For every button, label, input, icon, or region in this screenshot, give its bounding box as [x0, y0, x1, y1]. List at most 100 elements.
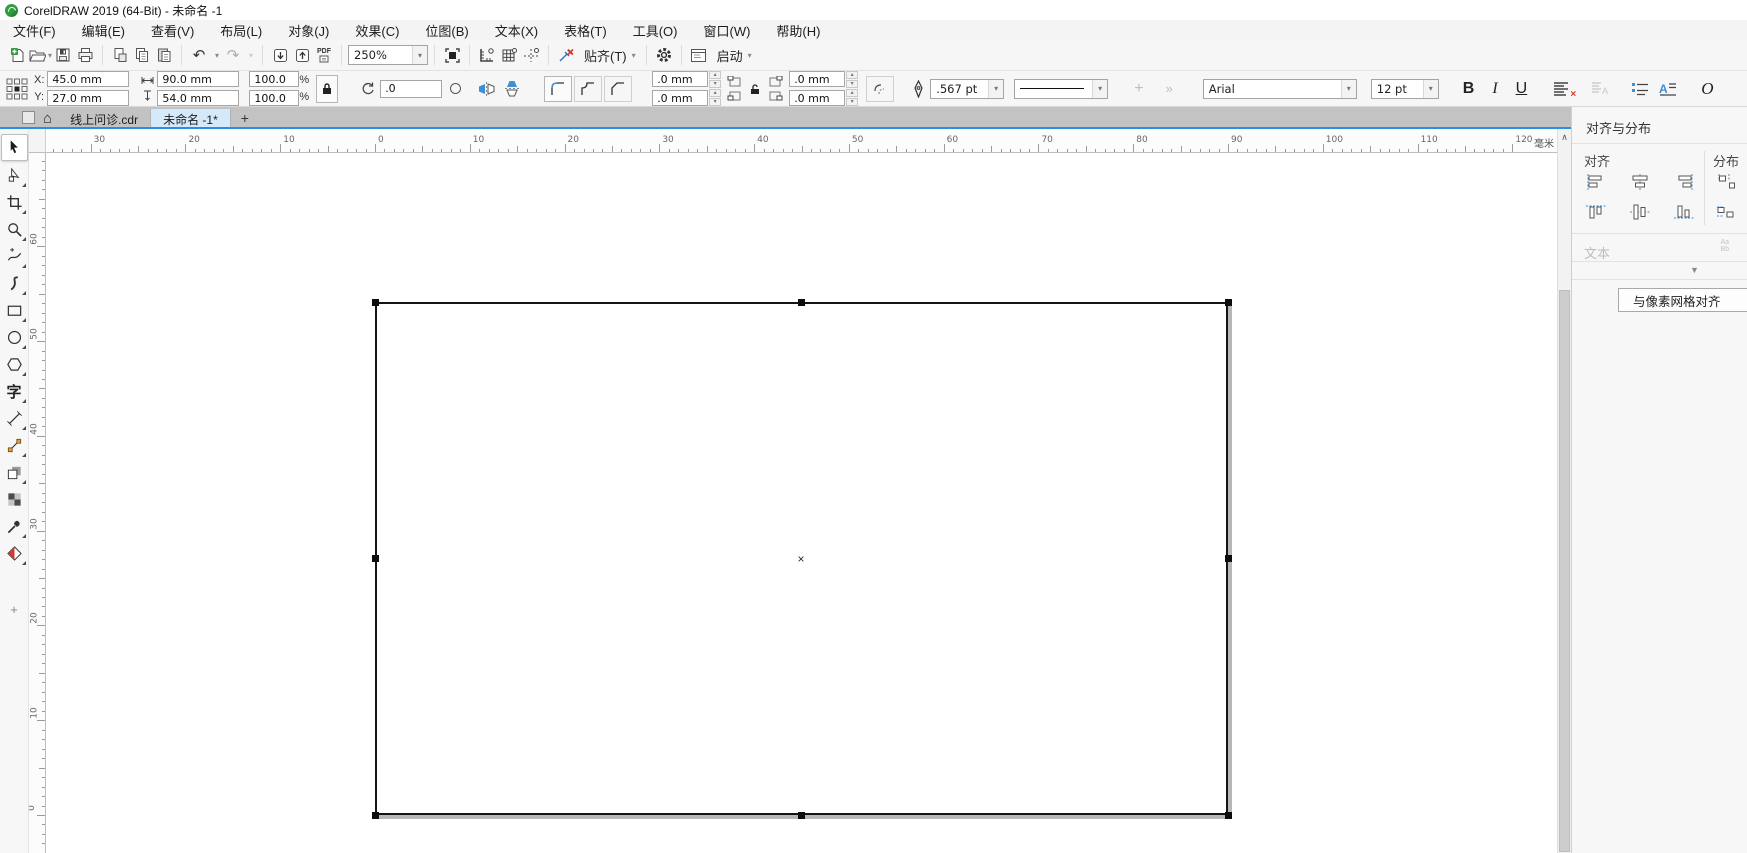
outline-width-caret-icon[interactable]: ▾: [988, 80, 1003, 98]
align-top-button[interactable]: [1582, 201, 1610, 223]
selection-handle[interactable]: [798, 299, 805, 306]
more-options-chevron-icon[interactable]: »: [1166, 81, 1173, 96]
x-position-field[interactable]: 45.0 mm: [47, 71, 129, 87]
character-formatting-button[interactable]: A: [1591, 81, 1609, 97]
undo-button[interactable]: ↶: [188, 43, 210, 67]
selection-handle[interactable]: [1225, 299, 1232, 306]
redo-list-button[interactable]: ▾: [244, 43, 256, 67]
show-guidelines-button[interactable]: [520, 43, 542, 67]
round-corner-button[interactable]: [544, 76, 572, 102]
selection-handle[interactable]: [372, 812, 379, 819]
menu-item-0[interactable]: 文件(F): [0, 21, 69, 40]
corner-radius-lock-icon[interactable]: [749, 82, 761, 96]
corner-radius-tr-field[interactable]: .0 mm: [789, 71, 845, 87]
align-right-button[interactable]: [1670, 171, 1698, 193]
scrollbar-thumb[interactable]: [1559, 290, 1570, 852]
ellipse-tool[interactable]: [2, 325, 27, 350]
bulleted-list-button[interactable]: [1631, 81, 1649, 97]
lock-ratio-button[interactable]: [316, 75, 338, 103]
rectangle-tool[interactable]: [2, 298, 27, 323]
menu-item-6[interactable]: 位图(B): [412, 21, 481, 40]
menu-item-5[interactable]: 效果(C): [342, 21, 412, 40]
dimension-tool[interactable]: [2, 406, 27, 431]
publish-pdf-button[interactable]: PDF: [313, 43, 335, 67]
cut-button[interactable]: [109, 43, 131, 67]
eyedropper-tool[interactable]: [2, 514, 27, 539]
mirror-vertical-button[interactable]: [504, 79, 520, 98]
pick-tool[interactable]: [1, 134, 28, 161]
undo-list-button[interactable]: ▾: [210, 43, 222, 67]
document-tab-1[interactable]: 未命名 -1*: [151, 109, 231, 129]
drop-shadow-tool[interactable]: [2, 460, 27, 485]
scale-y-field[interactable]: 100.0: [249, 90, 299, 106]
selection-handle[interactable]: [1225, 812, 1232, 819]
transparency-tool[interactable]: [2, 487, 27, 512]
align-center-vertical-button[interactable]: [1626, 201, 1654, 223]
text-outline-button[interactable]: O: [1701, 79, 1713, 99]
artistic-media-tool[interactable]: [2, 271, 27, 296]
fullscreen-preview-button[interactable]: [441, 43, 463, 67]
snap-off-button[interactable]: [555, 43, 577, 67]
corner-radius-bl-field[interactable]: .0 mm: [652, 90, 708, 106]
home-icon[interactable]: ⌂: [43, 112, 52, 126]
zoom-combo-caret-icon[interactable]: ▾: [412, 46, 427, 64]
corner-radius-br-field[interactable]: .0 mm: [789, 90, 845, 106]
object-center-mark[interactable]: ×: [798, 554, 805, 564]
shape-tool[interactable]: [2, 163, 27, 188]
font-list-combo[interactable]: Arial ▾: [1203, 79, 1357, 99]
align-bottom-button[interactable]: [1670, 201, 1698, 223]
menu-item-3[interactable]: 布局(L): [207, 21, 275, 40]
menu-item-4[interactable]: 对象(J): [275, 21, 342, 40]
selection-handle[interactable]: [372, 555, 379, 562]
corner-radius-left-spinners[interactable]: ▴▾▴▾: [709, 71, 721, 106]
freehand-tool[interactable]: [2, 244, 27, 269]
menu-item-11[interactable]: 帮助(H): [763, 21, 833, 40]
selection-handle[interactable]: [372, 299, 379, 306]
add-properties-icon[interactable]: +: [1134, 80, 1143, 98]
connector-tool[interactable]: [2, 433, 27, 458]
zoom-level-combo[interactable]: 250% ▾: [348, 45, 428, 65]
line-style-combo[interactable]: ▾: [1014, 79, 1108, 99]
paste-button[interactable]: [153, 43, 175, 67]
launch-button[interactable]: 启动 ▾: [710, 43, 756, 67]
distribute-left-button[interactable]: [1712, 171, 1740, 193]
scroll-up-button[interactable]: ∧: [1558, 129, 1571, 145]
show-grid-button[interactable]: [498, 43, 520, 67]
font-size-combo[interactable]: 12 pt ▾: [1371, 79, 1439, 99]
scalloped-corner-button[interactable]: [574, 76, 602, 102]
relative-corner-scaling-button[interactable]: [866, 76, 894, 102]
drawing-canvas[interactable]: ×: [46, 153, 1557, 853]
text-alignment-button[interactable]: ×: [1553, 81, 1571, 97]
zoom-tool[interactable]: [2, 217, 27, 242]
new-document-button[interactable]: [6, 43, 28, 67]
bold-button[interactable]: B: [1463, 80, 1475, 98]
open-document-button[interactable]: ▾: [28, 43, 52, 67]
document-nav-box[interactable]: [22, 111, 35, 124]
menu-item-7[interactable]: 文本(X): [482, 21, 551, 40]
y-position-field[interactable]: 27.0 mm: [47, 90, 129, 106]
line-style-caret-icon[interactable]: ▾: [1092, 80, 1107, 98]
import-button[interactable]: [269, 43, 291, 67]
crop-tool[interactable]: [2, 190, 27, 215]
show-rulers-button[interactable]: [476, 43, 498, 67]
object-height-field[interactable]: 54.0 mm: [157, 90, 239, 106]
text-tool[interactable]: 字: [2, 379, 27, 404]
align-to-pixel-grid-button[interactable]: 与像素网格对齐: [1618, 288, 1747, 312]
menu-item-2[interactable]: 查看(V): [138, 21, 207, 40]
customize-toolbox-button[interactable]: +: [0, 602, 28, 617]
docker-collapse-icon[interactable]: ▼: [1690, 265, 1699, 275]
menu-item-1[interactable]: 编辑(E): [69, 21, 138, 40]
redo-button[interactable]: ↷: [222, 43, 244, 67]
chamfered-corner-button[interactable]: [604, 76, 632, 102]
document-tab-0[interactable]: 线上问诊.cdr: [58, 109, 151, 129]
align-left-button[interactable]: [1582, 171, 1610, 193]
interactive-fill-tool[interactable]: [2, 541, 27, 566]
corner-radius-tl-field[interactable]: .0 mm: [652, 71, 708, 87]
object-width-field[interactable]: 90.0 mm: [157, 71, 239, 87]
outline-width-combo[interactable]: .567 pt ▾: [930, 79, 1004, 99]
menu-item-9[interactable]: 工具(O): [620, 21, 691, 40]
mirror-horizontal-button[interactable]: [477, 81, 496, 97]
print-button[interactable]: [74, 43, 96, 67]
vertical-scrollbar[interactable]: ∧: [1557, 129, 1571, 853]
font-list-caret-icon[interactable]: ▾: [1341, 80, 1356, 98]
